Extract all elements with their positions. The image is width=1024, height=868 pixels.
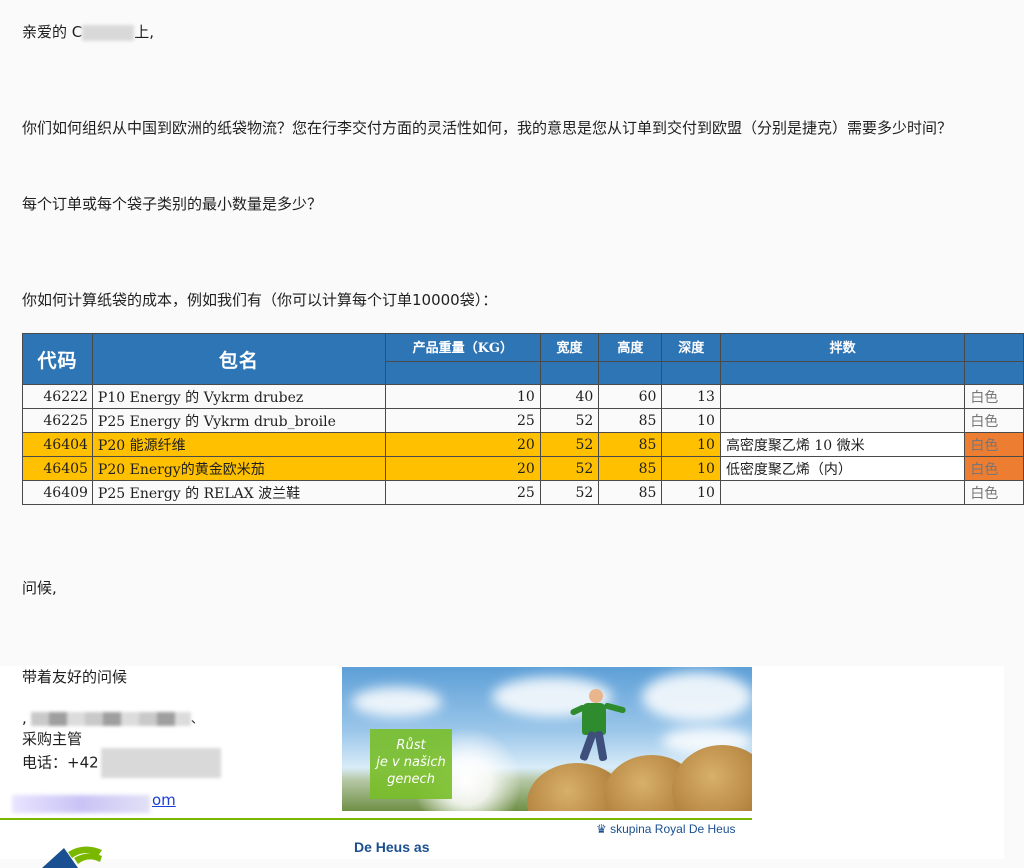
header-sub-cell bbox=[598, 361, 663, 385]
cell-code: 46225 bbox=[22, 408, 93, 433]
cell-layers bbox=[719, 408, 966, 433]
redacted-name bbox=[82, 24, 135, 41]
cell-depth: 13 bbox=[661, 384, 721, 409]
cell-depth: 10 bbox=[661, 480, 721, 505]
cell-width: 40 bbox=[539, 384, 600, 409]
header-layers: 拌数 bbox=[719, 333, 966, 362]
header-sub-cell bbox=[539, 361, 600, 385]
table-row-highlighted: 46404 P20 能源纤维 20 52 85 10 高密度聚乙烯 10 微米 … bbox=[22, 432, 1024, 457]
cell-width: 52 bbox=[539, 456, 600, 481]
company-name: De Heus as bbox=[354, 839, 430, 855]
cell-height: 60 bbox=[598, 384, 663, 409]
cell-color: 白色 bbox=[964, 384, 1024, 409]
signature-phone: 电话：+42 bbox=[22, 748, 221, 778]
redacted-email bbox=[12, 795, 150, 813]
table-row: 46222 P10 Energy 的 Vykrm drubez 10 40 60… bbox=[22, 384, 1024, 409]
cell-layers bbox=[719, 384, 966, 409]
royal-de-heus-group: ♛ skupina Royal De Heus bbox=[596, 822, 736, 836]
header-sub-cell bbox=[661, 361, 721, 385]
campaign-banner-image: Růst je v našich genech bbox=[342, 667, 752, 811]
header-depth: 深度 bbox=[661, 333, 721, 362]
cell-depth: 10 bbox=[661, 456, 721, 481]
signature-divider bbox=[0, 818, 752, 820]
cell-height: 85 bbox=[598, 432, 663, 457]
hay-bale bbox=[672, 745, 752, 811]
cell-layers: 高密度聚乙烯 10 微米 bbox=[719, 432, 966, 457]
cell-code: 46404 bbox=[22, 432, 93, 457]
header-code: 代码 bbox=[22, 333, 93, 385]
header-sub-cell bbox=[384, 361, 541, 385]
cell-name: P20 能源纤维 bbox=[91, 432, 386, 457]
paragraph-minimum-quantity: 每个订单或每个袋子类别的最小数量是多少？ bbox=[22, 195, 323, 213]
cell-width: 52 bbox=[539, 432, 600, 457]
cell-height: 85 bbox=[598, 480, 663, 505]
header-weight: 产品重量（KG） bbox=[384, 333, 541, 362]
slogan-box: Růst je v našich genech bbox=[370, 729, 452, 799]
cell-color: 白色 bbox=[964, 432, 1024, 457]
header-sub-cell bbox=[719, 361, 966, 385]
bag-spec-table-wrapper: 代码 包名 产品重量（KG） 宽度 高度 深度 拌数 46222 P10 Ene… bbox=[22, 333, 1024, 508]
cell-height: 85 bbox=[598, 408, 663, 433]
cell-code: 46222 bbox=[22, 384, 93, 409]
cell-layers: 低密度聚乙烯（内） bbox=[719, 456, 966, 481]
group-text: skupina Royal De Heus bbox=[610, 822, 736, 836]
cell-name: P25 Energy 的 RELAX 波兰鞋 bbox=[91, 480, 386, 505]
cell-weight: 25 bbox=[384, 408, 541, 433]
cell-name: P20 Energy的黄金欧米茄 bbox=[91, 456, 386, 481]
paragraph-cost-question: 你如何计算纸袋的成本，例如我们有（你可以计算每个订单10000袋）： bbox=[22, 291, 498, 309]
header-name: 包名 bbox=[91, 333, 386, 385]
cell-color: 白色 bbox=[964, 408, 1024, 433]
header-height: 高度 bbox=[598, 333, 663, 362]
cell-color: 白色 bbox=[964, 480, 1024, 505]
cell-weight: 25 bbox=[384, 480, 541, 505]
greeting-prefix: 亲爱的 C bbox=[22, 23, 83, 41]
crown-icon: ♛ bbox=[596, 822, 607, 836]
cell-depth: 10 bbox=[661, 432, 721, 457]
redacted-phone bbox=[100, 748, 221, 778]
greeting-suffix: 上, bbox=[134, 23, 155, 41]
header-sub-cell bbox=[964, 361, 1024, 385]
signature-title: 采购主管 bbox=[22, 730, 83, 748]
cell-name: P25 Energy 的 Vykrm drub_broile bbox=[91, 408, 386, 433]
cell-width: 52 bbox=[539, 480, 600, 505]
table-row: 46409 P25 Energy 的 RELAX 波兰鞋 25 52 85 10… bbox=[22, 480, 1024, 505]
slogan-line: Růst bbox=[396, 738, 426, 753]
paragraph-logistics: 你们如何组织从中国到欧洲的纸袋物流？您在行李交付方面的灵活性如何，我的意思是您从… bbox=[22, 119, 953, 137]
cell-code: 46405 bbox=[22, 456, 93, 481]
de-heus-logo-icon bbox=[42, 846, 102, 868]
cell-weight: 20 bbox=[384, 456, 541, 481]
cell-width: 52 bbox=[539, 408, 600, 433]
cell-name: P10 Energy 的 Vykrm drubez bbox=[91, 384, 386, 409]
cell-layers bbox=[719, 480, 966, 505]
signature-greeting: 带着友好的问候 bbox=[22, 668, 128, 686]
cell-depth: 10 bbox=[661, 408, 721, 433]
table-row-highlighted: 46405 P20 Energy的黄金欧米茄 20 52 85 10 低密度聚乙… bbox=[22, 456, 1024, 481]
cell-height: 85 bbox=[598, 456, 663, 481]
closing-regards: 问候, bbox=[22, 579, 57, 597]
header-width: 宽度 bbox=[539, 333, 600, 362]
cell-code: 46409 bbox=[22, 480, 93, 505]
cell-weight: 20 bbox=[384, 432, 541, 457]
phone-label: 电话：+42 bbox=[22, 753, 99, 772]
email-link[interactable]: om bbox=[152, 791, 176, 809]
greeting: 亲爱的 C 上, bbox=[22, 19, 154, 45]
slogan-line: je v našich bbox=[376, 755, 446, 770]
table-row: 46225 P25 Energy 的 Vykrm drub_broile 25 … bbox=[22, 408, 1024, 433]
cell-color: 白色 bbox=[964, 456, 1024, 481]
header-extra bbox=[964, 333, 1024, 362]
cell-weight: 10 bbox=[384, 384, 541, 409]
redacted-sender-name: ,、 bbox=[22, 709, 204, 727]
bag-spec-table: 代码 包名 产品重量（KG） 宽度 高度 深度 拌数 46222 P10 Ene… bbox=[22, 333, 1024, 505]
slogan-line: genech bbox=[387, 772, 435, 787]
